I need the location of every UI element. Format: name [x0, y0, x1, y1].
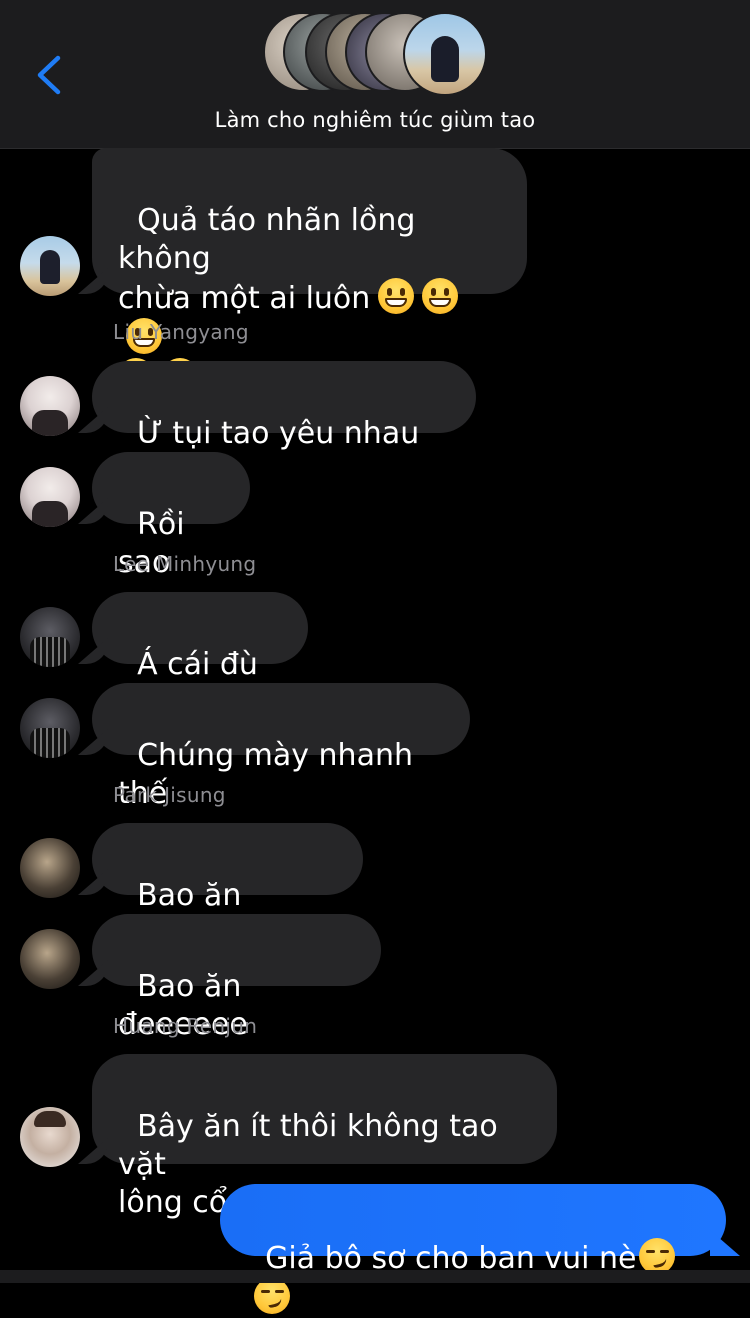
sender-avatar[interactable] — [20, 698, 80, 758]
sender-avatar[interactable] — [20, 838, 80, 898]
sender-avatar[interactable] — [20, 376, 80, 436]
grinning-face-emoji — [378, 278, 415, 314]
message-bubble[interactable]: Bao ăn đeeeee — [92, 823, 363, 951]
sender-avatar[interactable] — [20, 467, 80, 527]
group-title[interactable]: Làm cho nghiêm túc giùm tao — [0, 108, 750, 132]
sender-avatar[interactable] — [20, 929, 80, 989]
back-chevron-icon[interactable] — [30, 52, 70, 98]
sender-name: Lee Minhyung — [113, 552, 257, 576]
group-member-avatar — [403, 12, 487, 96]
sender-name: Park Jisung — [113, 783, 226, 807]
message-bubble[interactable]: Á cái đù — [92, 592, 308, 720]
sender-avatar[interactable] — [20, 1107, 80, 1167]
smirking-face-emoji — [638, 1238, 675, 1274]
input-bar-edge — [0, 1270, 750, 1283]
message-bubble[interactable]: Quả táo nhãn lồng không chừa một ai luôn — [92, 148, 527, 394]
sender-name: Liu Yangyang — [113, 320, 249, 344]
outgoing-message-bubble[interactable]: Giả bộ sợ cho bạn vui nè — [220, 1184, 726, 1314]
message-bubble[interactable]: Bao ăn đeeeeee — [92, 914, 381, 1042]
sender-name: Huang Renjun — [113, 1014, 258, 1038]
message-text: Á cái đù — [137, 647, 258, 682]
smirking-face-emoji — [254, 1278, 290, 1314]
message-bubble[interactable]: Rồi sao — [92, 452, 250, 580]
group-avatar-stack[interactable] — [263, 12, 493, 98]
message-bubble[interactable]: Chúng mày nhanh thế — [92, 683, 470, 811]
grinning-face-emoji — [422, 278, 459, 314]
sender-avatar[interactable] — [20, 607, 80, 667]
message-bubble[interactable]: Bây ăn ít thôi không tao vặt lông cổ tụi… — [92, 1054, 557, 1220]
message-bubble[interactable]: Ừ tụi tao yêu nhau đấy — [92, 361, 476, 489]
chat-header: Làm cho nghiêm túc giùm tao — [0, 0, 750, 149]
sender-avatar[interactable] — [20, 236, 80, 296]
